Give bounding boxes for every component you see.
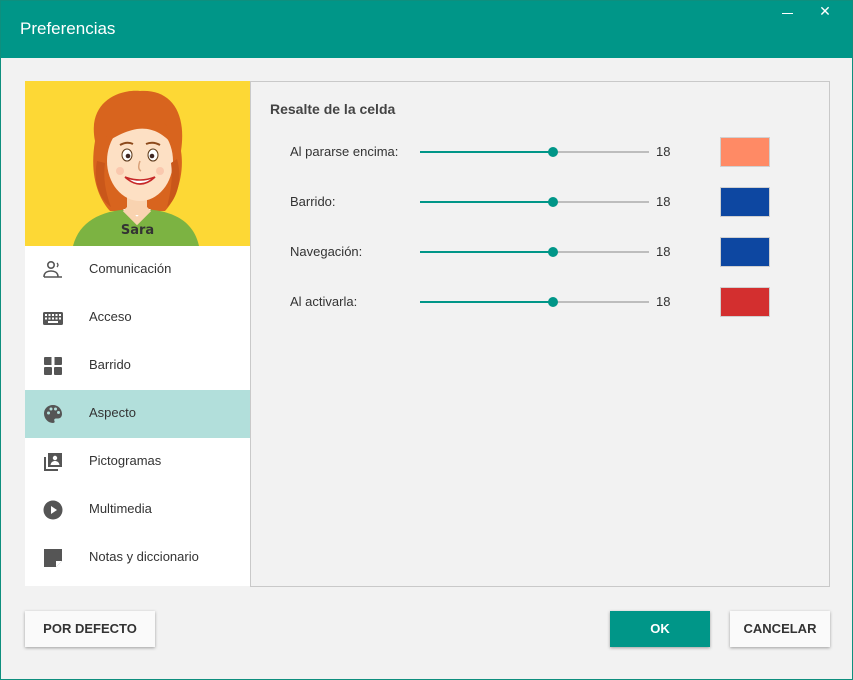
row-value: 18 xyxy=(656,194,671,209)
section-title: Resalte de la celda xyxy=(270,101,396,117)
row-value: 18 xyxy=(656,294,671,309)
avatar-illustration xyxy=(73,90,199,246)
row-value: 18 xyxy=(656,244,671,259)
row-label: Al pararse encima: xyxy=(290,144,399,159)
appearance-settings-panel: Resalte de la celda Al pararse encima: 1… xyxy=(250,81,830,587)
close-button[interactable]: ✕ xyxy=(811,1,839,25)
scan-grid-icon xyxy=(44,357,62,375)
slider-fill xyxy=(420,201,553,203)
row-label: Barrido: xyxy=(290,194,336,209)
hover-size-slider[interactable] xyxy=(420,147,649,157)
menu-item-pictogramas[interactable]: Pictogramas xyxy=(25,438,250,486)
slider-fill xyxy=(420,251,553,253)
activate-size-slider[interactable] xyxy=(420,297,649,307)
menu-item-label: Barrido xyxy=(89,357,131,372)
highlight-row-hover: Al pararse encima: 18 xyxy=(251,137,829,167)
avatar[interactable]: Sara xyxy=(25,81,250,246)
menu-item-barrido[interactable]: Barrido xyxy=(25,342,250,390)
preferences-menu: Comunicación Acceso Barrido Aspecto Pict… xyxy=(25,246,250,582)
menu-item-label: Acceso xyxy=(89,309,132,324)
navigation-size-slider[interactable] xyxy=(420,247,649,257)
left-panel: Sara Comunicación Acceso Barrido Aspecto… xyxy=(25,81,250,586)
image-library-icon xyxy=(44,453,62,471)
highlight-row-scan: Barrido: 18 xyxy=(251,187,829,217)
keyboard-icon xyxy=(43,312,63,325)
slider-thumb[interactable] xyxy=(547,197,558,207)
highlight-row-navigation: Navegación: 18 xyxy=(251,237,829,267)
row-value: 18 xyxy=(656,144,671,159)
title-bar: Preferencias ✕ xyxy=(1,1,852,58)
preferences-window: Preferencias ✕ Sara Comunicación Acceso … xyxy=(0,0,853,680)
scan-size-slider[interactable] xyxy=(420,197,649,207)
navigation-color-swatch[interactable] xyxy=(720,237,770,267)
minimize-icon xyxy=(782,13,793,14)
menu-item-aspecto[interactable]: Aspecto xyxy=(25,390,250,438)
ok-button[interactable]: OK xyxy=(610,611,710,647)
note-icon xyxy=(44,549,62,567)
person-speaking-icon xyxy=(43,260,62,278)
slider-thumb[interactable] xyxy=(547,297,558,307)
menu-item-label: Pictogramas xyxy=(89,453,162,468)
default-button[interactable]: POR DEFECTO xyxy=(25,611,155,647)
palette-icon xyxy=(44,405,62,423)
activate-color-swatch[interactable] xyxy=(720,287,770,317)
minimize-button[interactable] xyxy=(775,1,801,25)
scan-color-swatch[interactable] xyxy=(720,187,770,217)
close-icon: ✕ xyxy=(819,4,831,20)
menu-item-comunicacion[interactable]: Comunicación xyxy=(25,246,250,294)
slider-thumb[interactable] xyxy=(547,147,558,157)
play-circle-icon xyxy=(43,500,63,520)
row-label: Al activarla: xyxy=(290,294,358,309)
slider-fill xyxy=(420,151,553,153)
profile-name: Sara xyxy=(120,223,155,238)
window-title: Preferencias xyxy=(20,19,116,38)
hover-color-swatch[interactable] xyxy=(720,137,770,167)
menu-item-label: Notas y diccionario xyxy=(89,549,199,564)
menu-item-notas[interactable]: Notas y diccionario xyxy=(25,534,250,582)
menu-item-label: Aspecto xyxy=(89,405,136,420)
slider-fill xyxy=(420,301,553,303)
menu-item-multimedia[interactable]: Multimedia xyxy=(25,486,250,534)
cancel-button[interactable]: CANCELAR xyxy=(730,611,830,647)
row-label: Navegación: xyxy=(290,244,363,259)
slider-thumb[interactable] xyxy=(547,247,558,257)
highlight-row-activate: Al activarla: 18 xyxy=(251,287,829,317)
menu-item-acceso[interactable]: Acceso xyxy=(25,294,250,342)
menu-item-label: Multimedia xyxy=(89,501,152,516)
menu-item-label: Comunicación xyxy=(89,261,172,276)
